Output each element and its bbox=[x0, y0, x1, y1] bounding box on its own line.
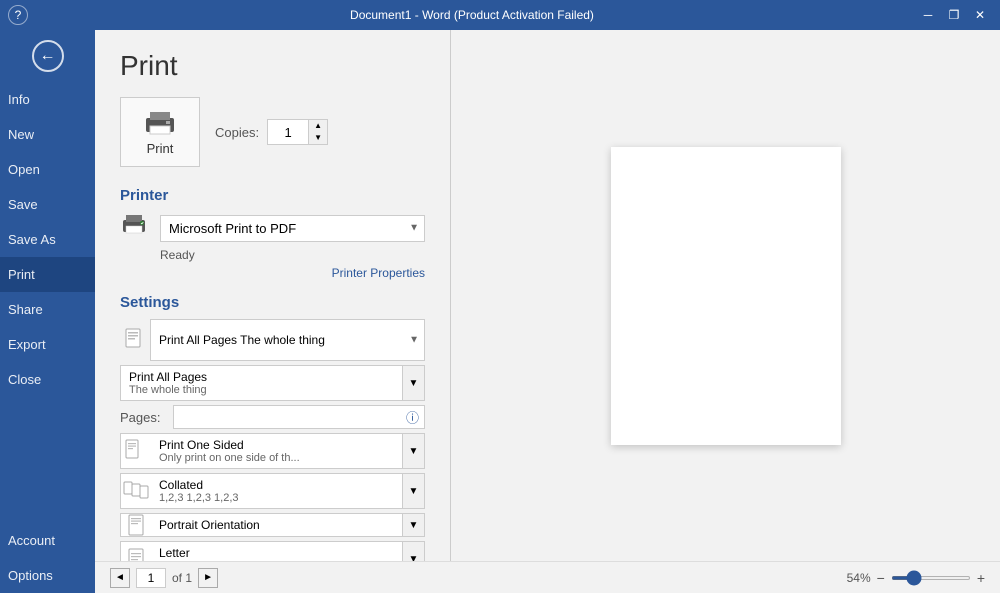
print-range-select[interactable]: Print All Pages The whole thing bbox=[150, 319, 425, 361]
printer-icon bbox=[142, 109, 178, 137]
titlebar-controls: ─ ❐ ✕ bbox=[916, 3, 992, 27]
collate-dropdown-btn[interactable]: ▼ bbox=[402, 474, 424, 508]
sidebar-item-open[interactable]: Open bbox=[0, 152, 95, 187]
print-range-icon bbox=[120, 328, 150, 352]
copies-spinners: ▲ ▼ bbox=[308, 120, 327, 144]
collate-icon bbox=[123, 479, 149, 503]
sidebar-item-new[interactable]: New bbox=[0, 117, 95, 152]
bottom-bar: ◄ of 1 ► 54% − + bbox=[95, 561, 1000, 593]
copies-increment[interactable]: ▲ bbox=[309, 120, 327, 132]
next-page-button[interactable]: ► bbox=[198, 568, 218, 588]
pages-input-wrap: ⓘ bbox=[173, 405, 425, 429]
printer-small-icon bbox=[120, 212, 148, 240]
print-range-line2: The whole thing bbox=[129, 384, 394, 396]
titlebar-icon-area: ? bbox=[8, 5, 28, 25]
zoom-area: 54% − + bbox=[847, 570, 985, 586]
collate-line2: 1,2,3 1,2,3 1,2,3 bbox=[159, 492, 394, 504]
titlebar-title: Document1 - Word (Product Activation Fai… bbox=[28, 8, 916, 22]
sidebar-item-info[interactable]: Info bbox=[0, 82, 95, 117]
sides-dropdown-btn[interactable]: ▼ bbox=[402, 434, 424, 468]
sides-line2: Only print on one side of th... bbox=[159, 452, 394, 464]
print-range-line1: Print All Pages bbox=[129, 370, 394, 384]
paper-line2: 21,59 cm x 27,94 cm bbox=[159, 560, 394, 561]
pages-info-icon[interactable]: ⓘ bbox=[406, 408, 419, 427]
page-number-input[interactable] bbox=[136, 568, 166, 588]
back-button[interactable]: ← bbox=[0, 30, 95, 82]
sidebar-item-save-as[interactable]: Save As bbox=[0, 222, 95, 257]
zoom-in-button[interactable]: + bbox=[977, 570, 985, 586]
print-button[interactable]: Print bbox=[120, 97, 200, 167]
sidebar-item-options[interactable]: Options bbox=[0, 558, 95, 593]
minimize-button[interactable]: ─ bbox=[916, 3, 940, 27]
printer-select[interactable]: Microsoft Print to PDF bbox=[160, 215, 425, 242]
page-navigation: ◄ of 1 ► bbox=[110, 568, 218, 588]
sides-line1: Print One Sided bbox=[159, 438, 394, 452]
sidebar-item-account[interactable]: Account bbox=[0, 523, 95, 558]
sidebar-item-share[interactable]: Share bbox=[0, 292, 95, 327]
orientation-line1: Portrait Orientation bbox=[159, 518, 394, 532]
settings-section-header: Settings bbox=[120, 294, 425, 311]
sidebar-item-export[interactable]: Export bbox=[0, 327, 95, 362]
copies-decrement[interactable]: ▼ bbox=[309, 132, 327, 144]
printer-icon-wrap bbox=[120, 212, 152, 244]
page-of-label: of 1 bbox=[172, 571, 192, 585]
printer-select-wrap: Microsoft Print to PDF ▼ bbox=[160, 215, 425, 242]
paper-dropdown[interactable]: Letter 21,59 cm x 27,94 cm ▼ bbox=[120, 541, 425, 561]
print-panel: Print Print Copies: bbox=[95, 30, 1000, 561]
paper-icon bbox=[128, 548, 144, 561]
page-title: Print bbox=[120, 50, 425, 82]
pages-input[interactable] bbox=[173, 405, 425, 429]
sidebar-item-close[interactable]: Close bbox=[0, 362, 95, 397]
zoom-out-button[interactable]: − bbox=[877, 570, 885, 586]
sides-dropdown[interactable]: Print One Sided Only print on one side o… bbox=[120, 433, 425, 469]
paper-line1: Letter bbox=[159, 546, 394, 560]
paper-dropdown-btn[interactable]: ▼ bbox=[402, 542, 424, 561]
print-button-label: Print bbox=[147, 141, 174, 156]
print-button-area: Print Copies: ▲ ▼ bbox=[120, 97, 425, 167]
copies-area: Copies: ▲ ▼ bbox=[215, 119, 328, 145]
print-range-select-wrap: Print All Pages The whole thing ▼ bbox=[150, 319, 425, 361]
printer-properties-link[interactable]: Printer Properties bbox=[120, 266, 425, 280]
printer-section-header: Printer bbox=[120, 187, 425, 204]
print-range-dropdown[interactable]: Print All Pages The whole thing ▼ bbox=[120, 365, 425, 401]
print-range-dropdown-btn[interactable]: ▼ bbox=[402, 366, 424, 400]
back-icon: ← bbox=[32, 40, 64, 72]
sidebar-item-save[interactable]: Save bbox=[0, 187, 95, 222]
orientation-dropdown[interactable]: Portrait Orientation ▼ bbox=[120, 513, 425, 537]
copies-input-wrap: ▲ ▼ bbox=[267, 119, 328, 145]
sidebar: ← Info New Open Save Save As Print Share… bbox=[0, 30, 95, 593]
close-window-button[interactable]: ✕ bbox=[968, 3, 992, 27]
copies-label: Copies: bbox=[215, 125, 259, 140]
printer-status: Ready bbox=[160, 248, 425, 262]
page-preview bbox=[611, 147, 841, 445]
collate-dropdown[interactable]: Collated 1,2,3 1,2,3 1,2,3 ▼ bbox=[120, 473, 425, 509]
content-area: Print Print Copies: bbox=[95, 30, 1000, 593]
sidebar-item-print[interactable]: Print bbox=[0, 257, 95, 292]
printer-row: Microsoft Print to PDF ▼ bbox=[120, 212, 425, 244]
setting-row-print-range: Print All Pages The whole thing ▼ bbox=[120, 319, 425, 361]
zoom-label: 54% bbox=[847, 571, 871, 585]
copies-input[interactable] bbox=[268, 120, 308, 144]
zoom-slider[interactable] bbox=[891, 576, 971, 580]
prev-page-button[interactable]: ◄ bbox=[110, 568, 130, 588]
preview-area bbox=[451, 30, 1000, 561]
help-button[interactable]: ? bbox=[8, 5, 28, 25]
titlebar: ? Document1 - Word (Product Activation F… bbox=[0, 0, 1000, 30]
orientation-dropdown-btn[interactable]: ▼ bbox=[402, 514, 424, 536]
settings-panel: Print Print Copies: bbox=[95, 30, 450, 561]
main-area: ← Info New Open Save Save As Print Share… bbox=[0, 30, 1000, 593]
pages-label: Pages: bbox=[120, 410, 165, 425]
restore-button[interactable]: ❐ bbox=[942, 3, 966, 27]
pages-row: Pages: ⓘ bbox=[120, 405, 425, 429]
orientation-icon bbox=[128, 514, 144, 536]
sides-icon bbox=[125, 439, 147, 463]
collate-line1: Collated bbox=[159, 478, 394, 492]
